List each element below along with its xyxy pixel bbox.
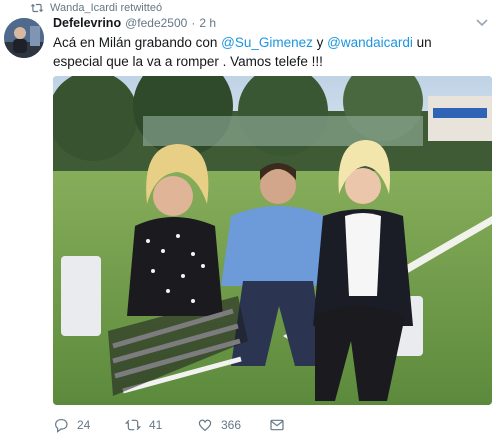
envelope-icon [270,419,284,431]
tweet-text-part: y [312,35,328,50]
avatar[interactable] [4,18,44,58]
tweet-photo[interactable] [53,76,492,405]
avatar-image [4,18,44,58]
like-button[interactable]: 366 [197,417,269,433]
display-name[interactable]: Defelevrino [53,16,121,30]
reply-count: 24 [77,418,91,432]
retweet-button[interactable]: 41 [125,417,197,433]
tweet-text: Acá en Milán grabando con @Su_Gimenez y … [53,33,483,71]
reply-button[interactable]: 24 [53,417,125,433]
separator: · [191,16,196,30]
like-count: 366 [221,418,242,432]
retweet-icon [125,419,141,431]
retweet-context-label: Wanda_Icardi retwitteó [50,2,163,14]
mention-link[interactable]: @wandaicardi [327,35,413,50]
timestamp[interactable]: 2 h [199,16,216,30]
tweet-actions: 24 41 366 [53,416,293,434]
retweet-count: 41 [149,418,163,432]
tweet-header: Defelevrino @fede2500 · 2 h [53,16,216,30]
direct-message-button[interactable] [269,417,293,433]
retweet-context[interactable]: Wanda_Icardi retwitteó [30,0,162,16]
mention-link[interactable]: @Su_Gimenez [221,35,313,50]
reply-icon [55,419,68,433]
tweet-text-part: Acá en Milán grabando con [53,35,222,50]
user-handle[interactable]: @fede2500 [125,16,187,30]
chevron-down-icon[interactable] [476,18,488,28]
heart-icon [198,419,212,432]
photo-image [53,76,492,405]
retweet-icon [30,3,44,13]
